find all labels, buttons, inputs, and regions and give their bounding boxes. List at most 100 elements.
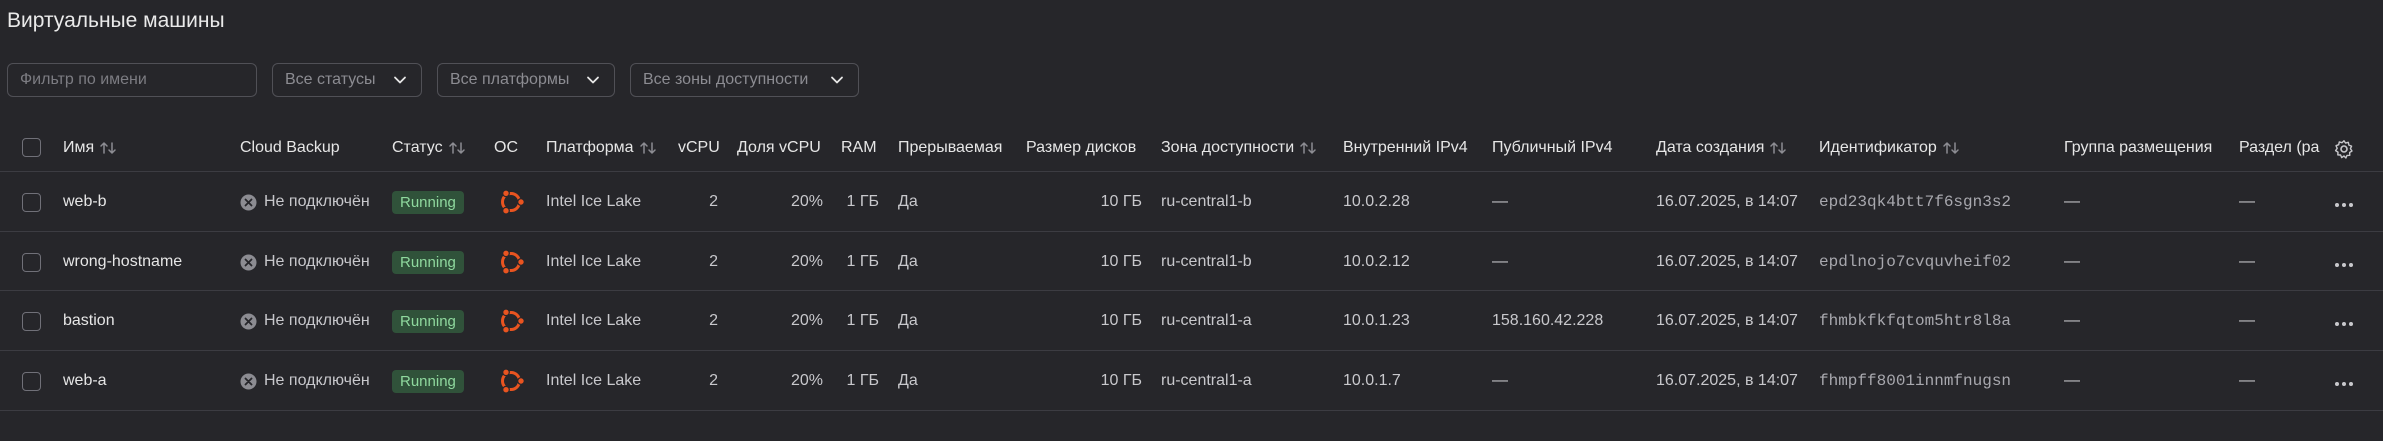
column-header-label: Cloud Backup (240, 139, 340, 156)
instance-id-cell-text: fhmbkfkfqtom5htr8l8a (1819, 312, 2012, 330)
status-cell: Running (392, 249, 464, 275)
not-connected-icon (240, 373, 257, 389)
row-select-checkbox[interactable] (22, 253, 41, 272)
row-divider (0, 231, 2383, 232)
platform-cell-text: Intel Ice Lake (546, 253, 642, 270)
os-cell (496, 187, 526, 217)
column-header-label: Платформа (546, 139, 634, 156)
platform-cell: Intel Ice Lake (546, 368, 641, 394)
internal-ip-cell: 10.0.1.7 (1343, 368, 1401, 394)
column-header-os: ОС (494, 131, 518, 165)
column-header-placement-group: Группа размещения (2064, 131, 2212, 165)
more-actions-button[interactable] (2332, 197, 2356, 207)
sort-icon (639, 142, 656, 154)
platform-cell: Intel Ice Lake (546, 189, 641, 215)
not-connected-icon (240, 254, 257, 270)
vcpu-share-cell: 20% (737, 368, 823, 394)
partition-cell-text: — (2239, 372, 2255, 389)
select-all-checkbox[interactable] (22, 138, 41, 157)
zone-filter-select[interactable]: Все зоны доступности (630, 63, 859, 97)
vm-name[interactable]: bastion (63, 308, 115, 334)
chevron-down-icon (587, 76, 599, 84)
disk-size-cell: 10 ГБ (1026, 368, 1142, 394)
column-header-zone[interactable]: Зона доступности (1161, 131, 1317, 165)
sort-icon (1943, 142, 1959, 154)
zone-cell-text: ru-central1-a (1161, 372, 1252, 389)
status-badge: Running (392, 250, 464, 274)
vm-name-text[interactable]: bastion (63, 312, 115, 330)
vm-name-text[interactable]: wrong-hostname (63, 253, 182, 271)
preemptible-cell: Да (898, 308, 918, 334)
column-header-id[interactable]: Идентификатор (1819, 131, 1960, 165)
cloud-backup-text: Не подключён (264, 372, 370, 389)
gear-icon[interactable] (2334, 139, 2354, 159)
sort-icon (1300, 142, 1316, 154)
column-header-label: Статус (392, 139, 443, 156)
column-header-label: Прерываемая (898, 139, 1003, 156)
row-select-checkbox[interactable] (22, 372, 41, 391)
column-header-label: ОС (494, 139, 518, 156)
chevron-down-icon (831, 76, 843, 84)
vcpu-cell: 2 (678, 368, 718, 394)
ram-cell: 1 ГБ (841, 249, 879, 275)
vcpu-cell-text: 2 (709, 193, 718, 210)
ubuntu-icon (501, 308, 525, 334)
disk-size-cell-text: 10 ГБ (1100, 253, 1142, 270)
vcpu-cell-text: 2 (709, 312, 718, 329)
name-filter-input[interactable] (20, 71, 244, 89)
more-actions-button[interactable] (2332, 376, 2356, 386)
column-header-label: Идентификатор (1819, 139, 1937, 156)
cloud-backup-text: Не подключён (264, 193, 370, 210)
ubuntu-icon (501, 249, 525, 275)
column-header-created[interactable]: Дата создания (1656, 131, 1787, 165)
vm-name[interactable]: wrong-hostname (63, 249, 182, 275)
row-divider (0, 410, 2383, 411)
vcpu-share-cell-text: 20% (790, 312, 823, 329)
platform-cell-text: Intel Ice Lake (546, 193, 642, 210)
more-actions-button[interactable] (2332, 257, 2356, 267)
page-title: Виртуальные машины (7, 9, 225, 32)
vm-name-text[interactable]: web-a (63, 372, 107, 390)
created-cell-text: 16.07.2025, в 14:07 (1656, 253, 1798, 270)
column-header-ram: RAM (841, 131, 877, 165)
column-header-label: Публичный IPv4 (1492, 139, 1613, 156)
ram-cell-text: 1 ГБ (846, 372, 879, 389)
disk-size-cell: 10 ГБ (1026, 308, 1142, 334)
internal-ip-cell-text: 10.0.2.12 (1343, 253, 1410, 270)
vm-name-text[interactable]: web-b (63, 193, 107, 211)
platform-filter-select[interactable]: Все платформы (437, 63, 615, 97)
column-header-platform[interactable]: Платформа (546, 131, 657, 165)
row-select-checkbox[interactable] (22, 193, 41, 212)
created-cell: 16.07.2025, в 14:07 (1656, 368, 1798, 394)
ram-cell: 1 ГБ (841, 308, 879, 334)
row-divider (0, 171, 2383, 172)
platform-cell: Intel Ice Lake (546, 249, 641, 275)
partition-cell: — (2239, 308, 2255, 334)
vcpu-share-cell-text: 20% (790, 253, 823, 270)
placement-group-cell-text: — (2064, 253, 2080, 270)
instance-id-cell: epdlnojo7cvquvheif02 (1819, 249, 2011, 275)
vm-name[interactable]: web-b (63, 189, 107, 215)
vcpu-cell: 2 (678, 189, 718, 215)
preemptible-cell: Да (898, 368, 918, 394)
vm-name[interactable]: web-a (63, 368, 107, 394)
instance-id-cell-text: epdlnojo7cvquvheif02 (1819, 253, 2012, 271)
column-header-status[interactable]: Статус (392, 131, 466, 165)
row-select-checkbox[interactable] (22, 312, 41, 331)
vcpu-cell: 2 (678, 308, 718, 334)
status-filter-select[interactable]: Все статусы (272, 63, 422, 97)
not-connected-icon (240, 313, 257, 329)
created-cell: 16.07.2025, в 14:07 (1656, 189, 1798, 215)
column-header-name[interactable]: Имя (63, 131, 117, 165)
internal-ip-cell-text: 10.0.2.28 (1343, 193, 1410, 210)
more-actions-button[interactable] (2332, 316, 2356, 326)
status-cell: Running (392, 189, 464, 215)
column-header-label: RAM (841, 139, 877, 156)
name-filter-field[interactable] (7, 63, 257, 97)
status-cell: Running (392, 308, 464, 334)
sort-icon (1770, 142, 1787, 154)
partition-cell-text: — (2239, 312, 2255, 329)
placement-group-cell-text: — (2064, 312, 2080, 329)
vcpu-cell-text: 2 (709, 372, 718, 389)
status-badge: Running (392, 190, 464, 214)
